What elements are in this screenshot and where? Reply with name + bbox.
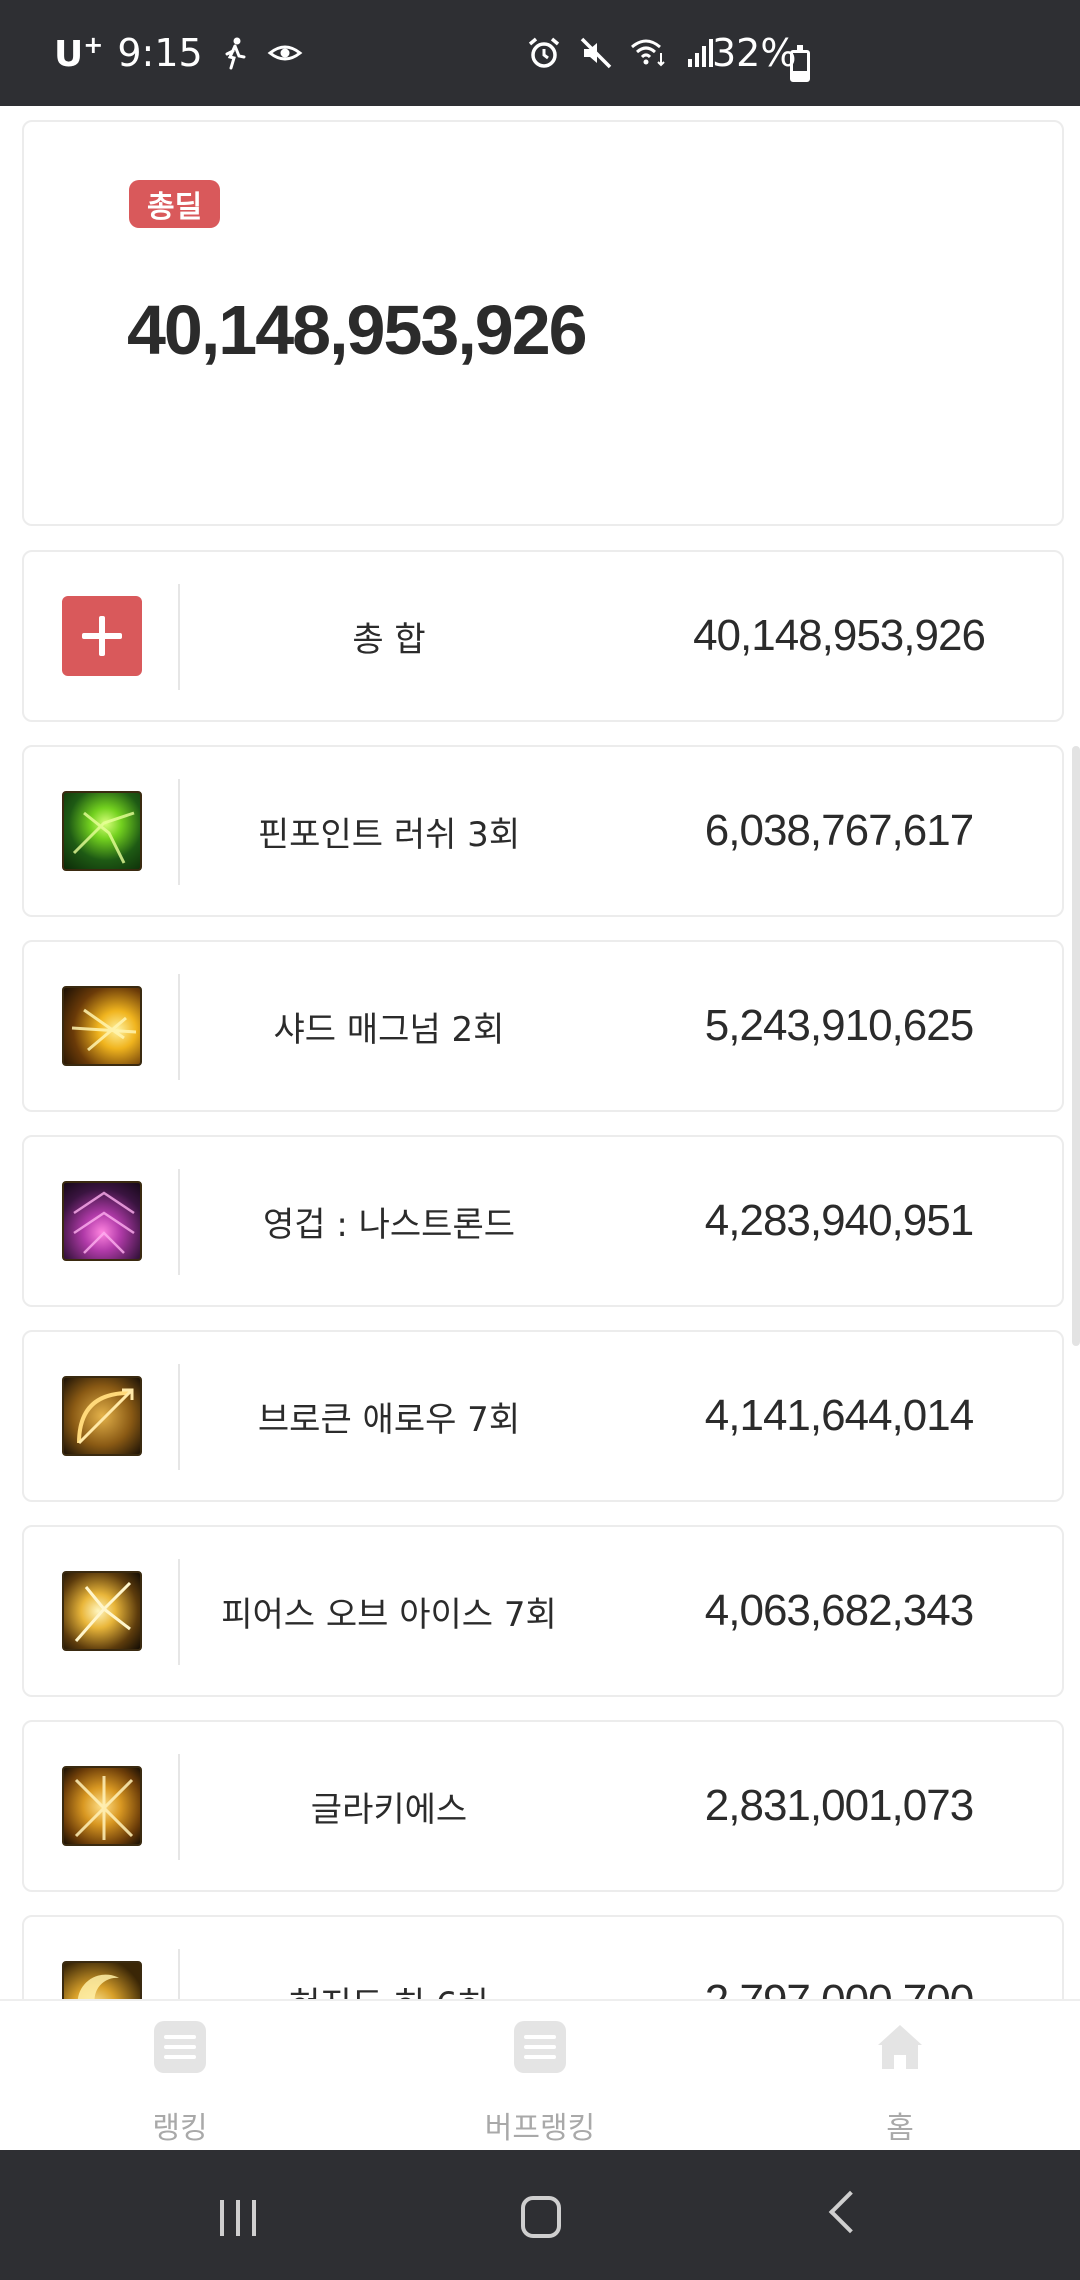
system-nav-bar (0, 2150, 1080, 2280)
skill-damage: 2,797,000,700 (634, 1917, 1044, 1999)
mute-icon (580, 37, 612, 69)
battery-icon (790, 45, 810, 82)
clock: 9:15 (117, 31, 203, 75)
glacies-icon (62, 1766, 142, 1846)
summary-label: 총 합 (352, 619, 426, 660)
broken-arrow-icon (62, 1376, 142, 1456)
row-divider (178, 1169, 180, 1275)
skill-damage: 4,063,682,343 (704, 1586, 974, 1635)
alarm-icon (528, 37, 560, 68)
skill-name: 혀지도 히 6히 (184, 1917, 594, 2000)
pierce-of-ice-icon (62, 1571, 142, 1651)
total-damage-card: 총딜 40,148,953,926 (22, 120, 1064, 526)
wifi-icon (631, 39, 665, 67)
skill-row[interactable]: 피어스 오브 아이스 7회 4,063,682,343 (22, 1525, 1064, 1697)
total-damage-value: 40,148,953,926 (127, 291, 588, 369)
pinpoint-rush-icon (62, 791, 142, 871)
row-divider (178, 1364, 180, 1470)
skill-name: 영겁 : 나스트론드 (262, 1204, 516, 1245)
skill-row[interactable]: 브로큰 애로우 7회 4,141,644,014 (22, 1330, 1064, 1502)
skill-row[interactable]: 혀지도 히 6히 2,797,000,700 (22, 1915, 1064, 1999)
skill-damage: 5,243,910,625 (704, 1001, 974, 1050)
skill-damage: 6,038,767,617 (704, 806, 974, 855)
back-button[interactable] (828, 2190, 872, 2234)
skill-row[interactable]: 핀포인트 러쉬 3회 6,038,767,617 (22, 745, 1064, 917)
list-icon (514, 2021, 566, 2073)
plus-icon[interactable] (62, 596, 142, 676)
skill-name: 피어스 오브 아이스 7회 (221, 1594, 557, 1635)
nav-buff-ranking[interactable]: 버프랭킹 (420, 2001, 660, 2152)
eye-icon (267, 45, 303, 61)
recent-apps-button[interactable] (218, 2200, 262, 2236)
nav-home[interactable]: 홈 (780, 2001, 1020, 2152)
nav-label: 랭킹 (152, 2111, 208, 2146)
list-icon (154, 2021, 206, 2073)
status-bar: U+ 9:15 32% (0, 0, 1080, 106)
skill-damage: 4,141,644,014 (704, 1391, 974, 1440)
nav-label: 버프랭킹 (484, 2111, 596, 2146)
skill-row[interactable]: 영겁 : 나스트론드 4,283,940,951 (22, 1135, 1064, 1307)
skill-row[interactable]: 글라키에스 2,831,001,073 (22, 1720, 1064, 1892)
summary-value: 40,148,953,926 (693, 611, 986, 660)
home-button[interactable] (521, 2196, 561, 2238)
bottom-navigation: 랭킹 버프랭킹 홈 (0, 1999, 1080, 2150)
row-divider (178, 1754, 180, 1860)
nav-ranking[interactable]: 랭킹 (60, 2001, 300, 2152)
skill-name: 샤드 매그넘 2회 (273, 1009, 505, 1050)
carrier-label: U+ (54, 31, 104, 75)
nastrond-icon (62, 1181, 142, 1261)
skill-damage: 4,283,940,951 (704, 1196, 974, 1245)
walk-icon (225, 37, 246, 70)
row-divider (178, 779, 180, 885)
partial-skill-icon (62, 1961, 142, 1999)
skill-name: 핀포인트 러쉬 3회 (257, 814, 521, 855)
battery-percent: 32% (712, 31, 797, 75)
skill-damage: 2,831,001,073 (704, 1781, 974, 1830)
row-divider (178, 1949, 180, 1999)
row-divider (178, 1559, 180, 1665)
status-right (526, 0, 718, 106)
nav-label: 홈 (886, 2111, 914, 2146)
content-area[interactable]: 총딜 40,148,953,926 총 합 40,148,953,926 핀포인… (0, 106, 1080, 1999)
home-icon (878, 2025, 922, 2069)
shard-magnum-icon (62, 986, 142, 1066)
skill-name: 브로큰 애로우 7회 (257, 1399, 521, 1440)
status-left: U+ 9:15 (54, 0, 303, 106)
summary-row[interactable]: 총 합 40,148,953,926 (22, 550, 1064, 722)
skill-name: 글라키에스 (310, 1789, 468, 1830)
total-badge: 총딜 (129, 180, 221, 228)
row-divider (178, 974, 180, 1080)
scrollbar[interactable] (1072, 746, 1080, 1346)
skill-row[interactable]: 샤드 매그넘 2회 5,243,910,625 (22, 940, 1064, 1112)
row-divider (178, 584, 180, 690)
